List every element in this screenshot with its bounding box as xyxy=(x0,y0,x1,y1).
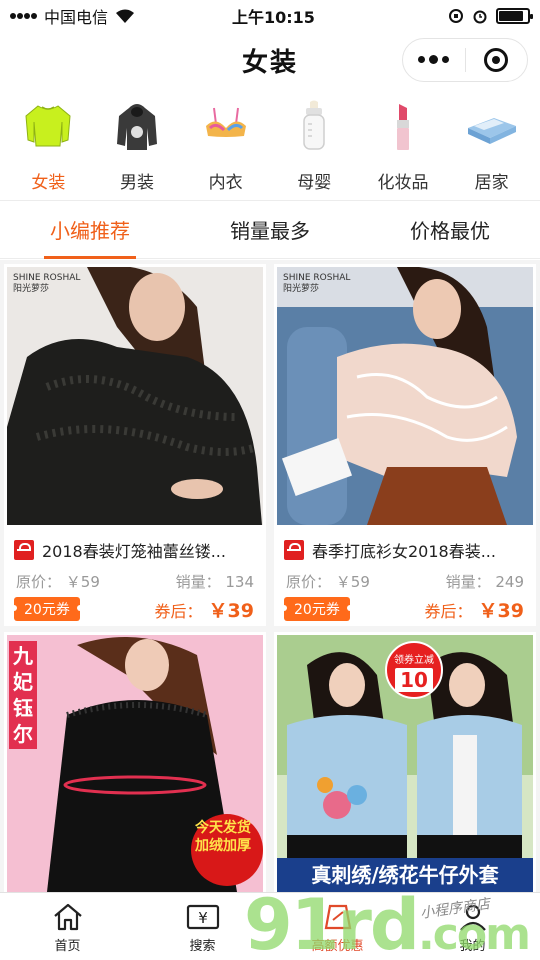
brand-cn: 阳光萝莎 xyxy=(13,284,50,294)
product-card[interactable]: SHINE ROSHAL 阳光萝莎 2018春装灯笼袖蕾丝镂... 原价： ￥5… xyxy=(4,264,266,626)
mini-program-capsule xyxy=(402,38,528,82)
brand-logo: SHINE ROSHAL 阳光萝莎 xyxy=(13,273,80,295)
after-coupon-price: 券后： ￥39 xyxy=(424,599,524,622)
product-title: 春季打底衫女2018春装... xyxy=(312,542,496,561)
sweater-icon xyxy=(18,96,78,156)
price-row: 原价： ￥59 销量： 134 xyxy=(4,565,266,591)
discount-badge-label: 领券立减 xyxy=(394,655,434,666)
status-left: 中国电信 xyxy=(10,4,136,28)
svg-text:¥: ¥ xyxy=(198,909,208,927)
brand-en: SHINE ROSHAL xyxy=(13,273,81,283)
product-title-row: 春季打底衫女2018春装... xyxy=(274,525,536,565)
home-icon xyxy=(51,901,85,933)
sort-tabs: 小编推荐 销量最多 价格最优 xyxy=(0,201,540,259)
clock: 上午10:15 xyxy=(232,8,315,27)
product-title-row: 2018春装灯笼袖蕾丝镂... xyxy=(4,525,266,565)
lipstick-icon xyxy=(373,96,433,156)
category-cosmetics[interactable]: 化妆品 xyxy=(361,96,445,200)
original-price: 原价： ￥59 xyxy=(16,573,100,591)
brand-logo: SHINE ROSHAL 阳光萝莎 xyxy=(283,273,350,295)
baby-bottle-icon xyxy=(284,96,344,156)
sales-count: 销量： 134 xyxy=(175,573,254,591)
product-card[interactable]: 领券立减 10 真刺绣/绣花牛仔外套 xyxy=(274,632,536,892)
tab-label: 首页 xyxy=(54,939,81,954)
product-image: SHINE ROSHAL 阳光萝莎 xyxy=(7,267,263,525)
carrier-name: 中国电信 xyxy=(44,8,109,27)
page-title: 女装 xyxy=(241,47,298,78)
category-label: 母婴 xyxy=(297,173,332,193)
brand-cn: 阳光萝莎 xyxy=(283,284,320,294)
battery-icon xyxy=(496,8,533,24)
coupon-badge[interactable]: 20元券 xyxy=(11,597,83,621)
wifi-icon xyxy=(116,9,135,23)
tab-best-price[interactable]: 价格最优 xyxy=(360,201,540,258)
discount-badge: 领券立减 10 xyxy=(385,641,443,699)
category-label: 男装 xyxy=(119,173,154,193)
category-underwear[interactable]: 内衣 xyxy=(184,96,268,200)
promo-sticker: 今天发货 加绒加厚 xyxy=(195,820,251,854)
coupon-icon xyxy=(321,901,355,933)
after-coupon-price: 券后： ￥39 xyxy=(154,599,254,622)
status-bar: 中国电信 上午10:15 xyxy=(0,0,540,32)
product-card[interactable]: 九妃钰尔 今天发货 加绒加厚 xyxy=(4,632,266,892)
bra-icon xyxy=(196,96,256,156)
product-title: 2018春装灯笼袖蕾丝镂... xyxy=(42,542,226,561)
category-womens[interactable]: 女装 xyxy=(6,96,90,200)
product-banner: 真刺绣/绣花牛仔外套 xyxy=(277,858,533,892)
tmall-bag-icon xyxy=(14,540,34,560)
sales-count: 销量： 249 xyxy=(445,573,524,591)
signal-icon xyxy=(10,13,37,19)
product-card[interactable]: SHINE ROSHAL 阳光萝莎 春季打底衫女2018春装... 原价： ￥5… xyxy=(274,264,536,626)
hoodie-icon xyxy=(107,96,167,156)
coupon-row: 20元券 券后： ￥39 xyxy=(274,591,536,623)
nav-bar: 女装 xyxy=(0,32,540,88)
price-row: 原价： ￥59 销量： 249 xyxy=(274,565,536,591)
category-label: 居家 xyxy=(474,173,509,193)
tab-home[interactable]: 首页 xyxy=(0,893,135,960)
status-right xyxy=(448,8,533,24)
product-image: SHINE ROSHAL 阳光萝莎 xyxy=(277,267,533,525)
product-image: 九妃钰尔 今天发货 加绒加厚 xyxy=(7,635,263,892)
more-button[interactable] xyxy=(403,39,465,81)
tab-big-discount[interactable]: 高额优惠 xyxy=(270,893,405,960)
lock-rotation-icon xyxy=(449,9,463,23)
close-miniprogram-button[interactable] xyxy=(466,39,528,81)
category-label: 内衣 xyxy=(208,173,243,193)
more-dots-icon xyxy=(418,55,450,64)
category-label: 化妆品 xyxy=(377,173,429,193)
category-label: 女装 xyxy=(31,173,66,193)
coupon-row: 20元券 券后： ￥39 xyxy=(4,591,266,623)
tab-editor-picks[interactable]: 小编推荐 xyxy=(0,201,180,259)
category-bar: 女装 男装 内衣 母婴 化妆品 居家 xyxy=(0,96,540,200)
category-mens[interactable]: 男装 xyxy=(95,96,179,200)
tab-label: 搜索 xyxy=(189,939,216,954)
tab-label: 高额优惠 xyxy=(311,939,364,954)
brand-en: SHINE ROSHAL xyxy=(283,273,351,283)
bedding-icon xyxy=(462,96,522,156)
tab-label: 我的 xyxy=(459,939,486,954)
original-price: 原价： ￥59 xyxy=(286,573,370,591)
target-icon xyxy=(484,48,509,72)
discount-badge-amount: 10 xyxy=(395,668,433,692)
alarm-icon xyxy=(473,10,487,24)
coupon-badge[interactable]: 20元券 xyxy=(281,597,353,621)
yen-search-icon: ¥ xyxy=(186,901,220,933)
tmall-bag-icon xyxy=(284,540,304,560)
product-image: 领券立减 10 真刺绣/绣花牛仔外套 xyxy=(277,635,533,892)
tab-best-selling[interactable]: 销量最多 xyxy=(180,201,360,258)
brand-side-label: 九妃钰尔 xyxy=(9,641,37,749)
category-home[interactable]: 居家 xyxy=(450,96,534,200)
tab-search[interactable]: ¥ 搜索 xyxy=(135,893,270,960)
category-baby[interactable]: 母婴 xyxy=(272,96,356,200)
